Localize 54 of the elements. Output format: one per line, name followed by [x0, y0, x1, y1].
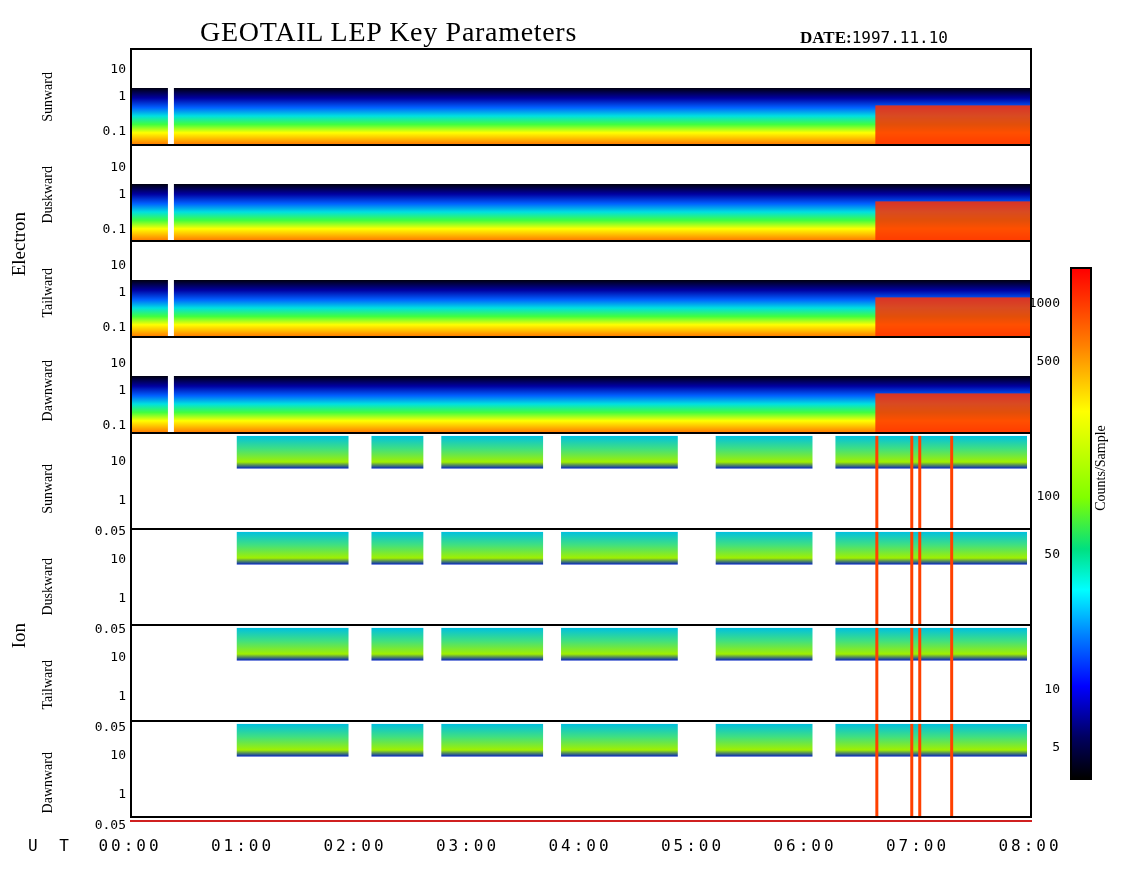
y-tick-label: 1: [118, 382, 126, 396]
y-tick-label: 0.05: [94, 817, 126, 831]
y-tick-label: 10: [110, 453, 126, 467]
y-tick-label: 0.05: [94, 523, 126, 537]
colorbar-tick-label: 5: [1052, 739, 1060, 753]
panel-label: Dawnward: [41, 360, 55, 422]
y-tick-label: 10: [110, 257, 126, 271]
y-tick-label: 10: [110, 551, 126, 565]
panel-label: Sunward: [41, 72, 55, 122]
colorbar-tick-label: 50: [1044, 546, 1060, 560]
y-tick-label: 0.1: [102, 417, 126, 431]
y-tick-label: 1: [118, 688, 126, 702]
y-tick-label: 0.1: [102, 221, 126, 235]
y-tick-label: 0.1: [102, 319, 126, 333]
y-tick-label: 0.05: [94, 719, 126, 733]
y-tick-label: 10: [110, 61, 126, 75]
y-tick-label: 10: [110, 159, 126, 173]
colorbar-tick-label: 10: [1044, 681, 1060, 695]
y-tick-label: 1: [118, 786, 126, 800]
colorbar-tick-label: 500: [1036, 353, 1060, 367]
colorbar-tick-label: 100: [1036, 488, 1060, 502]
date-label: DATE:: [800, 29, 852, 46]
y-tick-label: 0.1: [102, 123, 126, 137]
x-tick-label: 06:00: [773, 836, 837, 856]
x-axis-label: U T: [27, 835, 76, 857]
panel-label: Sunward: [41, 464, 55, 514]
date-value: 1997.11.10: [851, 30, 948, 46]
panel-label: Dawnward: [41, 752, 55, 814]
panel-label: Duskward: [41, 558, 55, 616]
x-tick-label: 08:00: [998, 836, 1062, 856]
panel-label: Tailward: [41, 660, 55, 710]
colorbar-tick-label: 1000: [1028, 295, 1060, 309]
x-tick-label: 03:00: [435, 836, 500, 856]
y-tick-label: 0.05: [94, 621, 126, 635]
y-tick-label: 1: [118, 186, 126, 200]
x-tick-label: 00:00: [98, 836, 162, 856]
x-tick-label: 07:00: [885, 836, 950, 856]
panel-label: Duskward: [41, 166, 55, 224]
x-tick-label: 05:00: [660, 836, 725, 856]
y-tick-label: 10: [110, 747, 126, 761]
y-tick-label: 1: [118, 492, 126, 506]
x-tick-label: 02:00: [323, 836, 387, 856]
panel-label: Tailward: [41, 268, 55, 318]
y-tick-label: 1: [118, 88, 126, 102]
y-tick-label: 10: [110, 355, 126, 369]
y-tick-label: 1: [118, 284, 126, 298]
y-tick-label: 1: [118, 590, 126, 604]
colorbar-title: Counts/Sample: [1094, 425, 1108, 511]
group-label: Electron: [8, 211, 28, 277]
chart-title: GEOTAIL LEP Key Parameters: [200, 18, 578, 46]
y-tick-label: 10: [110, 649, 126, 663]
x-tick-label: 04:00: [548, 836, 612, 856]
group-label: Ion: [8, 623, 28, 649]
x-tick-label: 01:00: [210, 836, 275, 856]
